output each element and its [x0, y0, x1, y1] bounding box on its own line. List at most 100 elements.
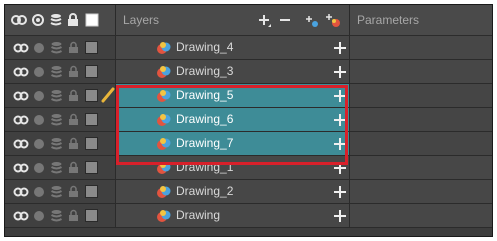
- drawing-layer-icon: [157, 114, 171, 126]
- animate-onion-icon[interactable]: [13, 210, 29, 222]
- layer-row[interactable]: Drawing_1: [5, 156, 492, 180]
- visibility-dot-icon[interactable]: [33, 186, 45, 198]
- color-swatch-icon[interactable]: [85, 185, 98, 198]
- layer-name-cell[interactable]: Drawing_4: [116, 36, 349, 59]
- lock-icon[interactable]: [68, 65, 79, 78]
- add-icon[interactable]: [333, 209, 347, 223]
- visibility-dot-icon[interactable]: [33, 66, 45, 78]
- layer-name-cell[interactable]: Drawing_2: [116, 180, 349, 203]
- color-swatch-icon[interactable]: [85, 209, 98, 222]
- lock-icon[interactable]: [68, 161, 79, 174]
- drawing-layer-icon: [157, 138, 171, 150]
- parameters-cell: [350, 36, 492, 59]
- visibility-dot-icon[interactable]: [33, 114, 45, 126]
- header-divider: [115, 5, 116, 35]
- color-swatch-icon[interactable]: [85, 113, 98, 126]
- layer-name-cell[interactable]: Drawing_7: [116, 132, 349, 155]
- layers-column-title: Layers: [123, 13, 160, 27]
- drawing-layer-icon: [157, 42, 171, 54]
- layer-toggles: [5, 156, 115, 179]
- layer-name: Drawing_7: [176, 136, 234, 150]
- add-drawing-layer-icon[interactable]: [305, 14, 319, 28]
- layer-name-cell[interactable]: Drawing_3: [116, 60, 349, 83]
- layer-toggles: [5, 36, 115, 59]
- add-icon[interactable]: [333, 161, 347, 175]
- visibility-dot-icon[interactable]: [33, 90, 45, 102]
- layer-name: Drawing_3: [176, 64, 234, 78]
- color-swatch-icon[interactable]: [85, 65, 98, 78]
- lock-icon[interactable]: [68, 185, 79, 198]
- timeline-panel: Layers Parameters Drawing_4 Drawing_3 Dr…: [4, 4, 493, 237]
- lock-icon[interactable]: [67, 13, 79, 27]
- animate-onion-icon[interactable]: [13, 138, 29, 150]
- visibility-dot-icon[interactable]: [33, 42, 45, 54]
- parameters-cell: [350, 180, 492, 203]
- animate-onion-icon[interactable]: [13, 186, 29, 198]
- add-icon[interactable]: [333, 185, 347, 199]
- layer-row[interactable]: Drawing_4: [5, 36, 492, 60]
- lock-icon[interactable]: [68, 209, 79, 222]
- layer-name: Drawing: [176, 208, 221, 222]
- delete-layer-icon[interactable]: [279, 18, 291, 24]
- visibility-dot-icon[interactable]: [33, 210, 45, 222]
- lock-icon[interactable]: [68, 41, 79, 54]
- visibility-dot-icon[interactable]: [33, 138, 45, 150]
- layer-name-cell[interactable]: Drawing_6: [116, 108, 349, 131]
- parameters-cell: [350, 156, 492, 179]
- stack-icon[interactable]: [50, 41, 63, 54]
- parameters-cell: [350, 60, 492, 83]
- layer-row[interactable]: Drawing_7: [5, 132, 492, 156]
- animate-onion-icon[interactable]: [13, 162, 29, 174]
- layer-row[interactable]: Drawing_3: [5, 60, 492, 84]
- layer-toggles: [5, 60, 115, 83]
- color-swatch-icon[interactable]: [85, 41, 98, 54]
- parameters-column-title: Parameters: [357, 13, 420, 27]
- layer-row[interactable]: Drawing_2: [5, 180, 492, 204]
- add-icon[interactable]: [333, 89, 347, 103]
- visibility-dot-icon[interactable]: [33, 162, 45, 174]
- color-swatch-icon[interactable]: [85, 13, 99, 27]
- timeline-header: Layers Parameters: [5, 5, 492, 36]
- lock-icon[interactable]: [68, 89, 79, 102]
- layer-toggles: [5, 204, 115, 227]
- lock-icon[interactable]: [68, 113, 79, 126]
- layer-name: Drawing_1: [176, 160, 234, 174]
- add-icon[interactable]: [333, 65, 347, 79]
- stack-icon[interactable]: [50, 137, 63, 150]
- animate-onion-icon[interactable]: [13, 42, 29, 54]
- stack-icon[interactable]: [50, 209, 63, 222]
- stack-icon[interactable]: [50, 65, 63, 78]
- color-swatch-icon[interactable]: [85, 137, 98, 150]
- lock-icon[interactable]: [68, 137, 79, 150]
- layer-name-cell[interactable]: Drawing_1: [116, 156, 349, 179]
- animate-onion-icon[interactable]: [13, 114, 29, 126]
- animate-onion-icon[interactable]: [13, 66, 29, 78]
- stack-icon[interactable]: [50, 185, 63, 198]
- layer-row[interactable]: Drawing: [5, 204, 492, 228]
- layer-row[interactable]: Drawing_6: [5, 108, 492, 132]
- add-icon[interactable]: [333, 41, 347, 55]
- add-icon[interactable]: [333, 113, 347, 127]
- stack-icon[interactable]: [50, 89, 63, 102]
- color-swatch-icon[interactable]: [85, 89, 98, 102]
- stack-icon[interactable]: [50, 161, 63, 174]
- layer-row[interactable]: Drawing_5: [5, 84, 492, 108]
- layer-name: Drawing_6: [176, 112, 234, 126]
- visibility-dot-icon[interactable]: [31, 13, 45, 27]
- drawing-layer-icon: [157, 186, 171, 198]
- color-swatch-icon[interactable]: [85, 161, 98, 174]
- animate-onion-icon[interactable]: [11, 13, 27, 27]
- drawing-layer-icon: [157, 162, 171, 174]
- parameters-cell: [350, 84, 492, 107]
- add-icon[interactable]: [333, 137, 347, 151]
- stack-icon[interactable]: [49, 13, 63, 27]
- animate-onion-icon[interactable]: [13, 90, 29, 102]
- add-color-layer-icon[interactable]: [325, 12, 341, 28]
- drawing-layer-icon: [157, 90, 171, 102]
- add-layer-icon[interactable]: [258, 14, 274, 30]
- parameters-cell: [350, 108, 492, 131]
- layer-name-cell[interactable]: Drawing_5: [116, 84, 349, 107]
- stack-icon[interactable]: [50, 113, 63, 126]
- layer-name: Drawing_4: [176, 40, 234, 54]
- layer-name-cell[interactable]: Drawing: [116, 204, 349, 227]
